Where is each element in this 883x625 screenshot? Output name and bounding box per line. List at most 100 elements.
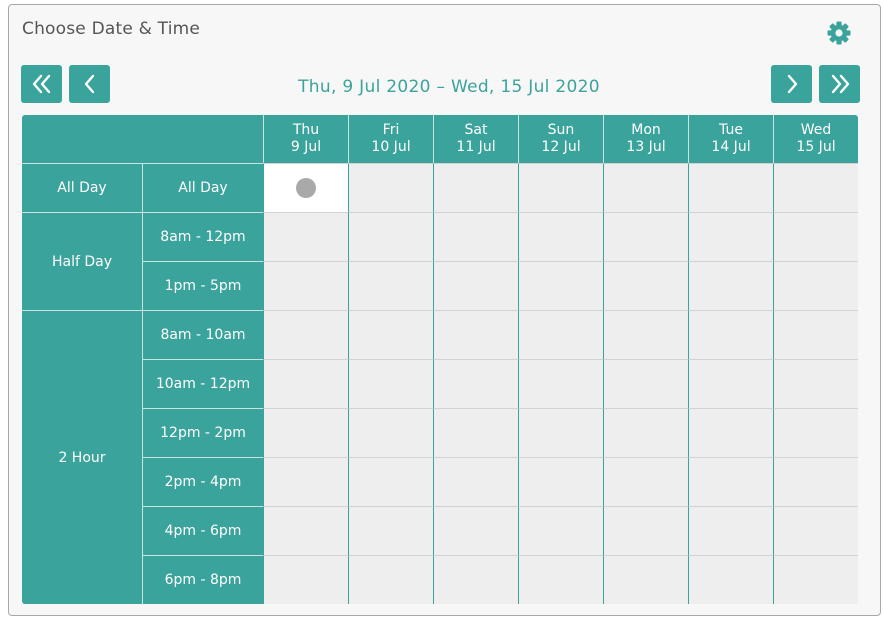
slot-cell[interactable]: [603, 555, 688, 604]
day-header-weekday: Thu: [292, 122, 320, 138]
slot-cell[interactable]: [263, 212, 348, 261]
slot-cell[interactable]: [263, 310, 348, 359]
slot-cell[interactable]: [348, 310, 433, 359]
slot-cell[interactable]: [603, 163, 688, 212]
slot-cell[interactable]: [603, 310, 688, 359]
slot-cell[interactable]: [348, 212, 433, 261]
day-header: Fri 10 Jul: [348, 115, 433, 163]
slot-cell[interactable]: [518, 261, 603, 310]
time-slot-label: 2pm - 4pm: [142, 457, 263, 506]
slot-cell[interactable]: [688, 212, 773, 261]
slot-cell[interactable]: [773, 359, 858, 408]
slot-cell[interactable]: [518, 506, 603, 555]
day-header-weekday: Tue: [719, 122, 743, 138]
chevron-left-icon: [84, 74, 94, 94]
time-slot-label: 6pm - 8pm: [142, 555, 263, 604]
slot-cell[interactable]: [348, 163, 433, 212]
slot-cell[interactable]: [518, 408, 603, 457]
panel-title: Choose Date & Time: [22, 19, 201, 39]
day-header-weekday: Sun: [547, 122, 575, 138]
slot-cell[interactable]: [773, 506, 858, 555]
day-header-weekday: Wed: [800, 122, 832, 138]
slot-cell[interactable]: [603, 506, 688, 555]
slot-group-label: Half Day: [22, 212, 142, 310]
slot-cell[interactable]: [688, 408, 773, 457]
slot-cell[interactable]: [263, 408, 348, 457]
previous-week-button[interactable]: [69, 65, 110, 103]
day-header-date: 11 Jul: [456, 139, 496, 155]
slot-cell[interactable]: [773, 310, 858, 359]
slot-cell[interactable]: [688, 310, 773, 359]
day-header-date: 15 Jul: [796, 139, 836, 155]
slot-cell[interactable]: [348, 506, 433, 555]
slot-cell[interactable]: [348, 457, 433, 506]
slot-cell[interactable]: [603, 408, 688, 457]
slot-cell[interactable]: [263, 555, 348, 604]
slot-cell[interactable]: [433, 163, 518, 212]
slot-cell[interactable]: [263, 506, 348, 555]
double-chevron-left-icon: [32, 74, 50, 94]
schedule-grid: Thu 9 Jul Fri 10 Jul Sat 11 Jul Sun 12 Jul Mon 13…: [22, 115, 858, 604]
slot-cell[interactable]: [773, 555, 858, 604]
chevron-right-icon: [787, 74, 797, 94]
slot-cell[interactable]: [688, 163, 773, 212]
selected-slot-marker: [296, 178, 316, 198]
slot-cell[interactable]: [433, 310, 518, 359]
slot-cell[interactable]: [518, 457, 603, 506]
slot-cell[interactable]: [603, 359, 688, 408]
slot-cell[interactable]: [518, 359, 603, 408]
grid-corner-header: [22, 115, 263, 163]
slot-cell[interactable]: [433, 457, 518, 506]
slot-cell[interactable]: [603, 457, 688, 506]
slot-cell[interactable]: [433, 555, 518, 604]
slot-cell[interactable]: [433, 261, 518, 310]
slot-cell[interactable]: [688, 506, 773, 555]
time-slot-label: 10am - 12pm: [142, 359, 263, 408]
day-header-weekday: Sat: [464, 122, 488, 138]
time-slot-label: All Day: [142, 163, 263, 212]
slot-cell[interactable]: [433, 359, 518, 408]
slot-group-label: 2 Hour: [22, 310, 142, 604]
date-range-label: Thu, 9 Jul 2020 – Wed, 15 Jul 2020: [298, 77, 600, 97]
slot-cell[interactable]: [263, 359, 348, 408]
slot-cell[interactable]: [348, 261, 433, 310]
slot-cell[interactable]: [433, 408, 518, 457]
day-header-date: 9 Jul: [290, 139, 322, 155]
double-chevron-right-icon: [831, 74, 849, 94]
slot-cell[interactable]: [773, 163, 858, 212]
slot-cell[interactable]: [263, 163, 348, 212]
day-header-date: 14 Jul: [711, 139, 751, 155]
slot-cell[interactable]: [518, 555, 603, 604]
slot-cell[interactable]: [603, 261, 688, 310]
slot-cell[interactable]: [433, 506, 518, 555]
slot-cell[interactable]: [773, 212, 858, 261]
slot-cell[interactable]: [688, 359, 773, 408]
slot-cell[interactable]: [348, 408, 433, 457]
day-header: Wed 15 Jul: [773, 115, 858, 163]
slot-cell[interactable]: [688, 261, 773, 310]
slot-cell[interactable]: [773, 457, 858, 506]
day-header-weekday: Mon: [631, 122, 661, 138]
day-header: Thu 9 Jul: [263, 115, 348, 163]
slot-cell[interactable]: [688, 555, 773, 604]
slot-cell[interactable]: [518, 310, 603, 359]
slot-cell[interactable]: [348, 359, 433, 408]
slot-cell[interactable]: [433, 212, 518, 261]
slot-cell[interactable]: [603, 212, 688, 261]
slot-cell[interactable]: [348, 555, 433, 604]
day-header-date: 10 Jul: [371, 139, 411, 155]
slot-cell[interactable]: [688, 457, 773, 506]
slot-cell[interactable]: [773, 408, 858, 457]
last-week-button[interactable]: [819, 65, 860, 103]
slot-cell[interactable]: [518, 212, 603, 261]
slot-cell[interactable]: [773, 261, 858, 310]
slot-cell[interactable]: [518, 163, 603, 212]
next-week-button[interactable]: [771, 65, 812, 103]
time-slot-label: 8am - 12pm: [142, 212, 263, 261]
slot-cell[interactable]: [263, 457, 348, 506]
slot-cell[interactable]: [263, 261, 348, 310]
gear-icon[interactable]: [825, 19, 853, 47]
first-week-button[interactable]: [21, 65, 62, 103]
day-header-weekday: Fri: [382, 122, 400, 138]
time-slot-label: 1pm - 5pm: [142, 261, 263, 310]
